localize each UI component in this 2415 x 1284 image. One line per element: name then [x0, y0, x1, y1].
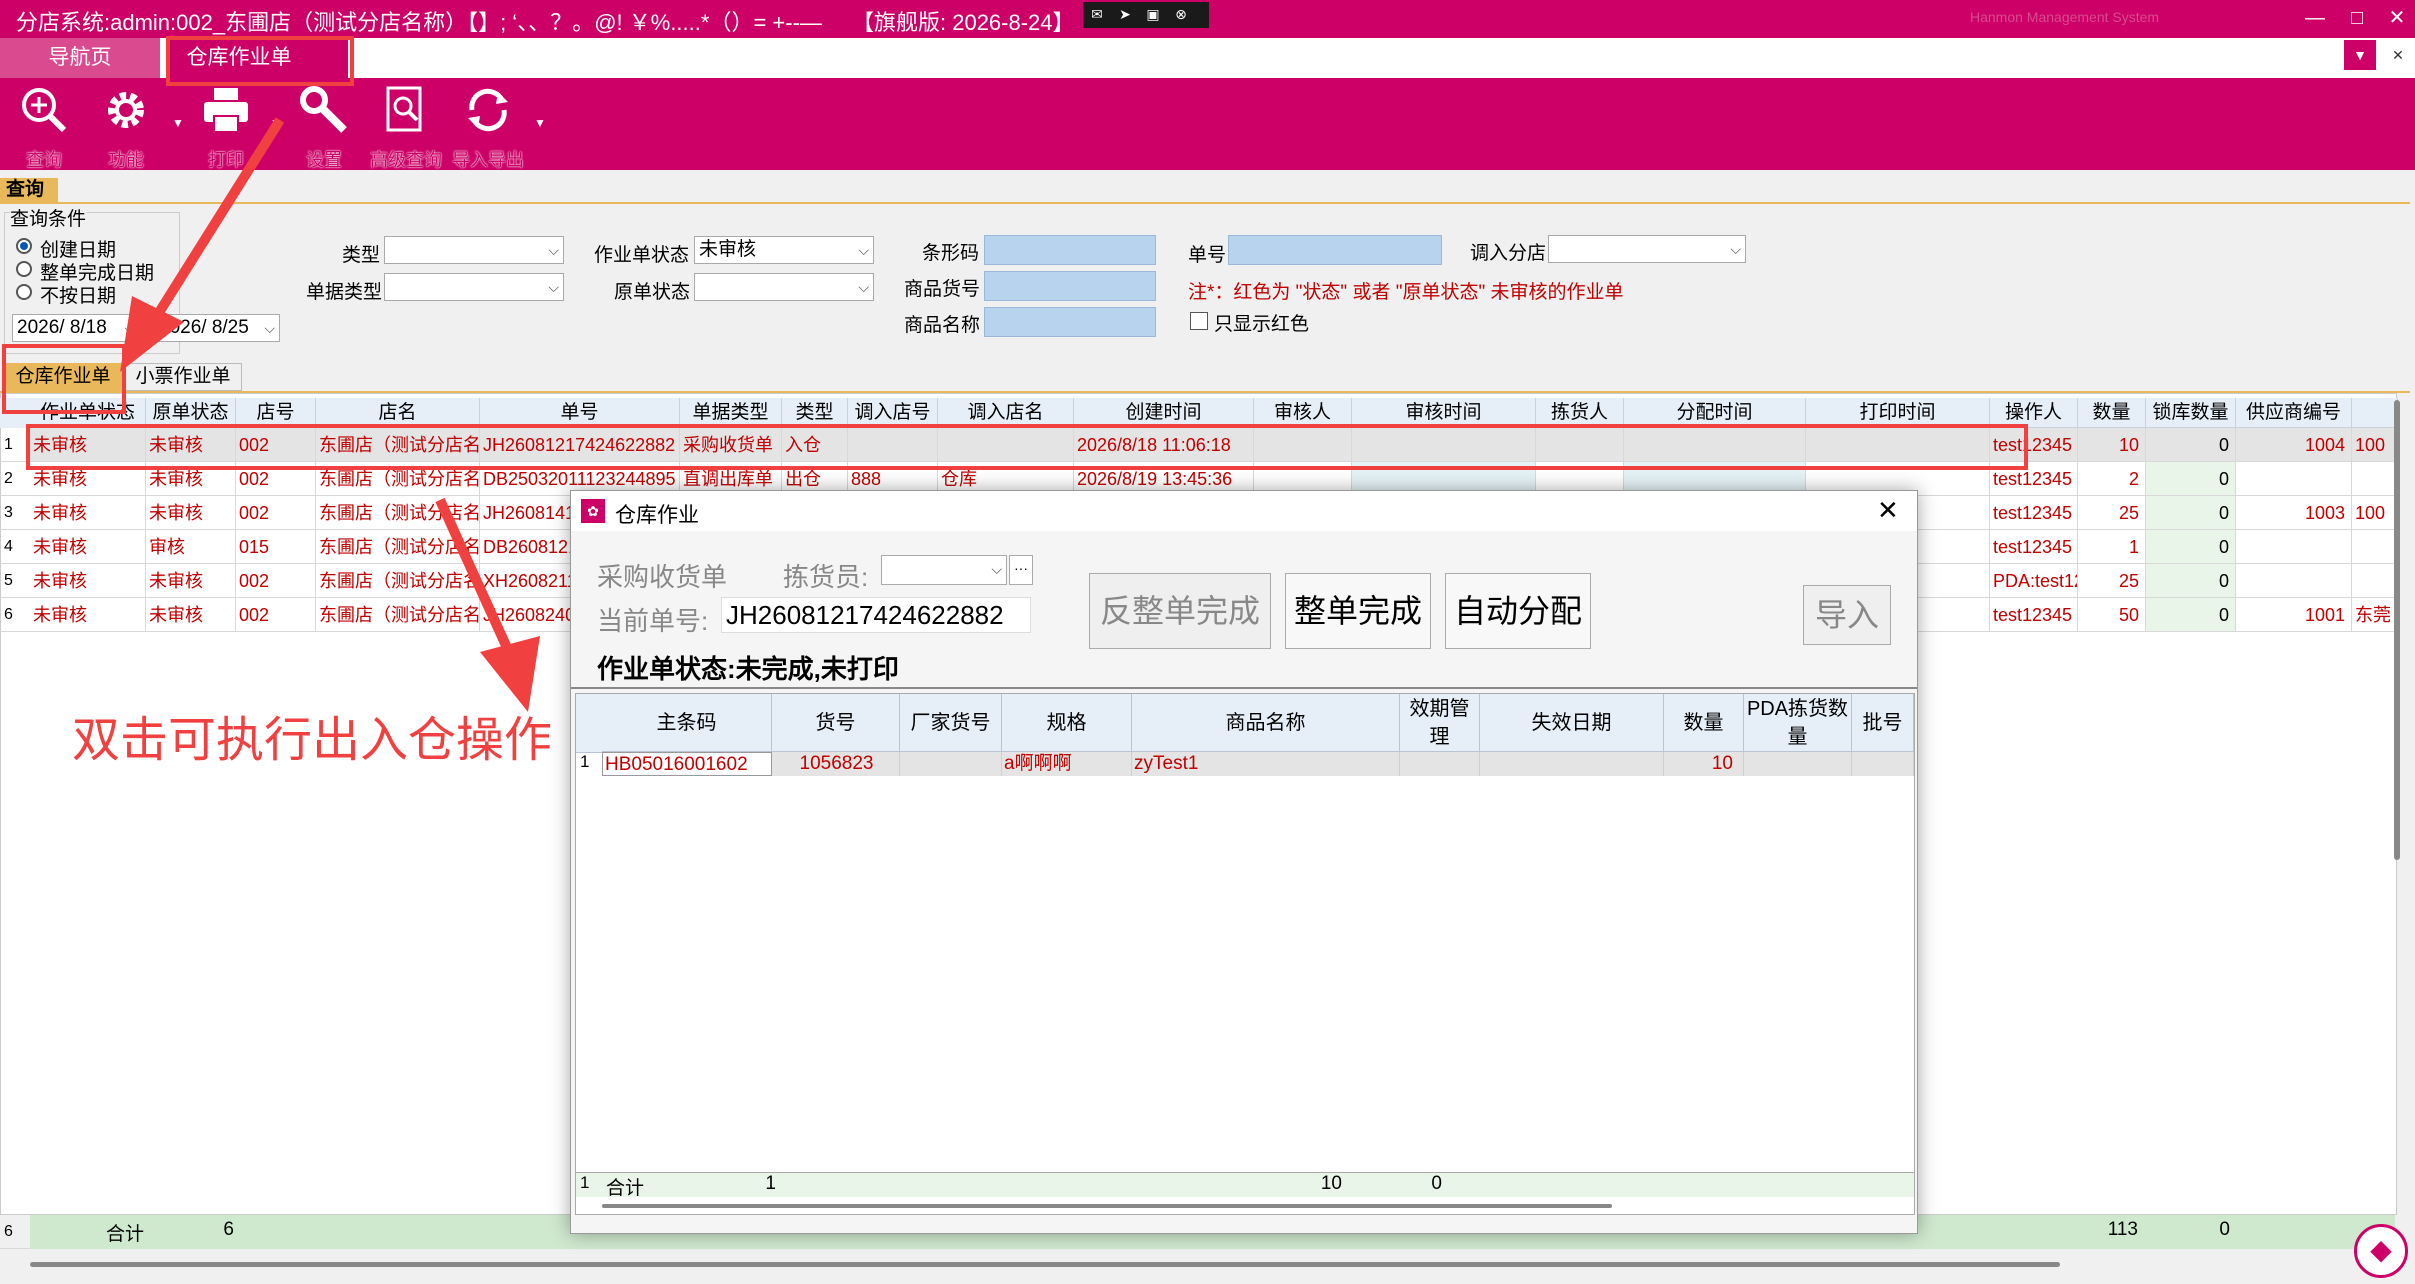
detail-footer-pda: 0 [1431, 1173, 1442, 1194]
current-no-field[interactable]: JH26081217424622882 [721, 597, 1031, 633]
detail-header-cell[interactable]: 效期管理 [1400, 694, 1480, 752]
detail-cell[interactable] [900, 752, 1002, 776]
dialog-divider [571, 687, 1917, 689]
detail-cell[interactable]: 10 [1664, 752, 1744, 776]
detail-grid-corner [576, 694, 603, 753]
detail-header-cell[interactable]: 数量 [1664, 694, 1744, 752]
picker-select[interactable]: ⌵ [881, 555, 1007, 585]
current-no-label: 当前单号: [597, 606, 709, 636]
detail-cell[interactable] [1480, 752, 1664, 776]
job-status-text: 作业单状态:未完成,未打印 [597, 654, 899, 684]
dialog-titlebar: ✿ 仓库作业 ✕ [571, 491, 1917, 531]
detail-header-cell[interactable]: 失效日期 [1480, 694, 1664, 752]
detail-grid[interactable]: 主条码 货号 厂家货号 规格 商品名称 效期管理 失效日期 数量 PDA拣货数量 批号 1 HB05… [575, 693, 1915, 1215]
import-button[interactable]: 导入 [1803, 585, 1891, 645]
detail-header-cell[interactable]: 主条码 [602, 694, 772, 752]
detail-cell[interactable]: zyTest1 [1132, 752, 1400, 776]
detail-cell[interactable]: HB05016001602 [602, 752, 772, 776]
detail-footer-row: 1 合计 1 10 0 [576, 1172, 1914, 1199]
detail-cell[interactable] [1400, 752, 1480, 776]
detail-footer-count: 1 [765, 1173, 776, 1194]
detail-header-cell[interactable]: 批号 [1852, 694, 1914, 752]
chevron-down-icon: ⌵ [991, 561, 1002, 577]
annotation-text: 双击可执行出入仓操作 [72, 714, 553, 767]
warehouse-job-dialog: ✿ 仓库作业 ✕ 采购收货单 拣货员: ⌵ ··· 当前单号: JH260812… [570, 490, 1918, 1234]
detail-footer-label: 合计 [606, 1178, 645, 1199]
detail-cell[interactable]: a啊啊啊 [1002, 752, 1132, 776]
dialog-doc-type: 采购收货单 [597, 562, 728, 592]
detail-row-number[interactable]: 1 [580, 752, 589, 772]
detail-cell[interactable] [1852, 752, 1914, 776]
dialog-close-button[interactable]: ✕ [1877, 495, 1899, 526]
app-logo-icon: ✿ [581, 499, 605, 523]
detail-header-cell[interactable]: 规格 [1002, 694, 1132, 752]
detail-header-cell[interactable]: 货号 [772, 694, 900, 752]
detail-header-cell[interactable]: 厂家货号 [900, 694, 1002, 752]
reverse-complete-button[interactable]: 反整单完成 [1089, 573, 1271, 649]
detail-cell[interactable]: 1056823 [772, 752, 900, 776]
dialog-title: 仓库作业 [615, 504, 699, 527]
complete-button[interactable]: 整单完成 [1285, 573, 1431, 649]
picker-label: 拣货员: [783, 562, 869, 592]
detail-footer-number: 1 [580, 1173, 590, 1192]
auto-assign-button[interactable]: 自动分配 [1445, 573, 1591, 649]
detail-horizontal-scrollbar[interactable] [602, 1204, 1612, 1208]
detail-cell[interactable] [1744, 752, 1852, 776]
detail-header-cell[interactable]: 商品名称 [1132, 694, 1400, 752]
detail-footer-qty: 10 [1320, 1173, 1342, 1194]
detail-header-cell[interactable]: PDA拣货数量 [1744, 694, 1852, 752]
more-icon[interactable]: ··· [1009, 555, 1033, 585]
